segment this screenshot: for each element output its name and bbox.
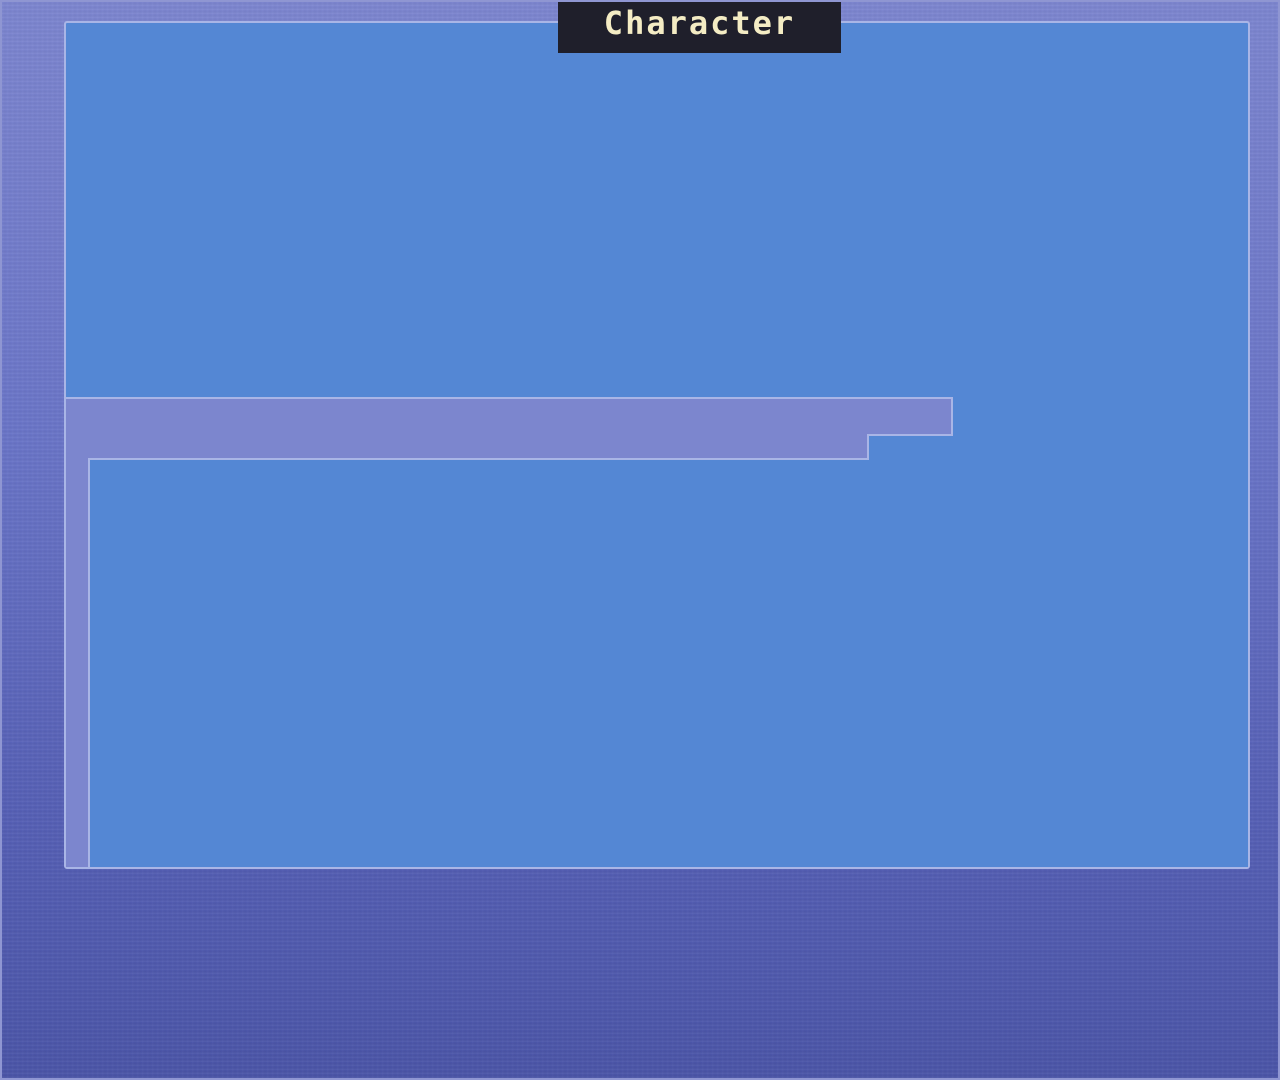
character-panel — [64, 21, 1250, 869]
details-frame-border — [66, 397, 953, 867]
details-tab-header — [66, 397, 952, 867]
window-title: Character — [603, 3, 796, 42]
window-title-tab: Character — [558, 2, 841, 53]
details-content-area — [90, 460, 1248, 867]
game-screen-background: Character — [0, 0, 1280, 1080]
character-details-frame — [66, 397, 1248, 867]
details-frame-outline — [66, 397, 1248, 867]
